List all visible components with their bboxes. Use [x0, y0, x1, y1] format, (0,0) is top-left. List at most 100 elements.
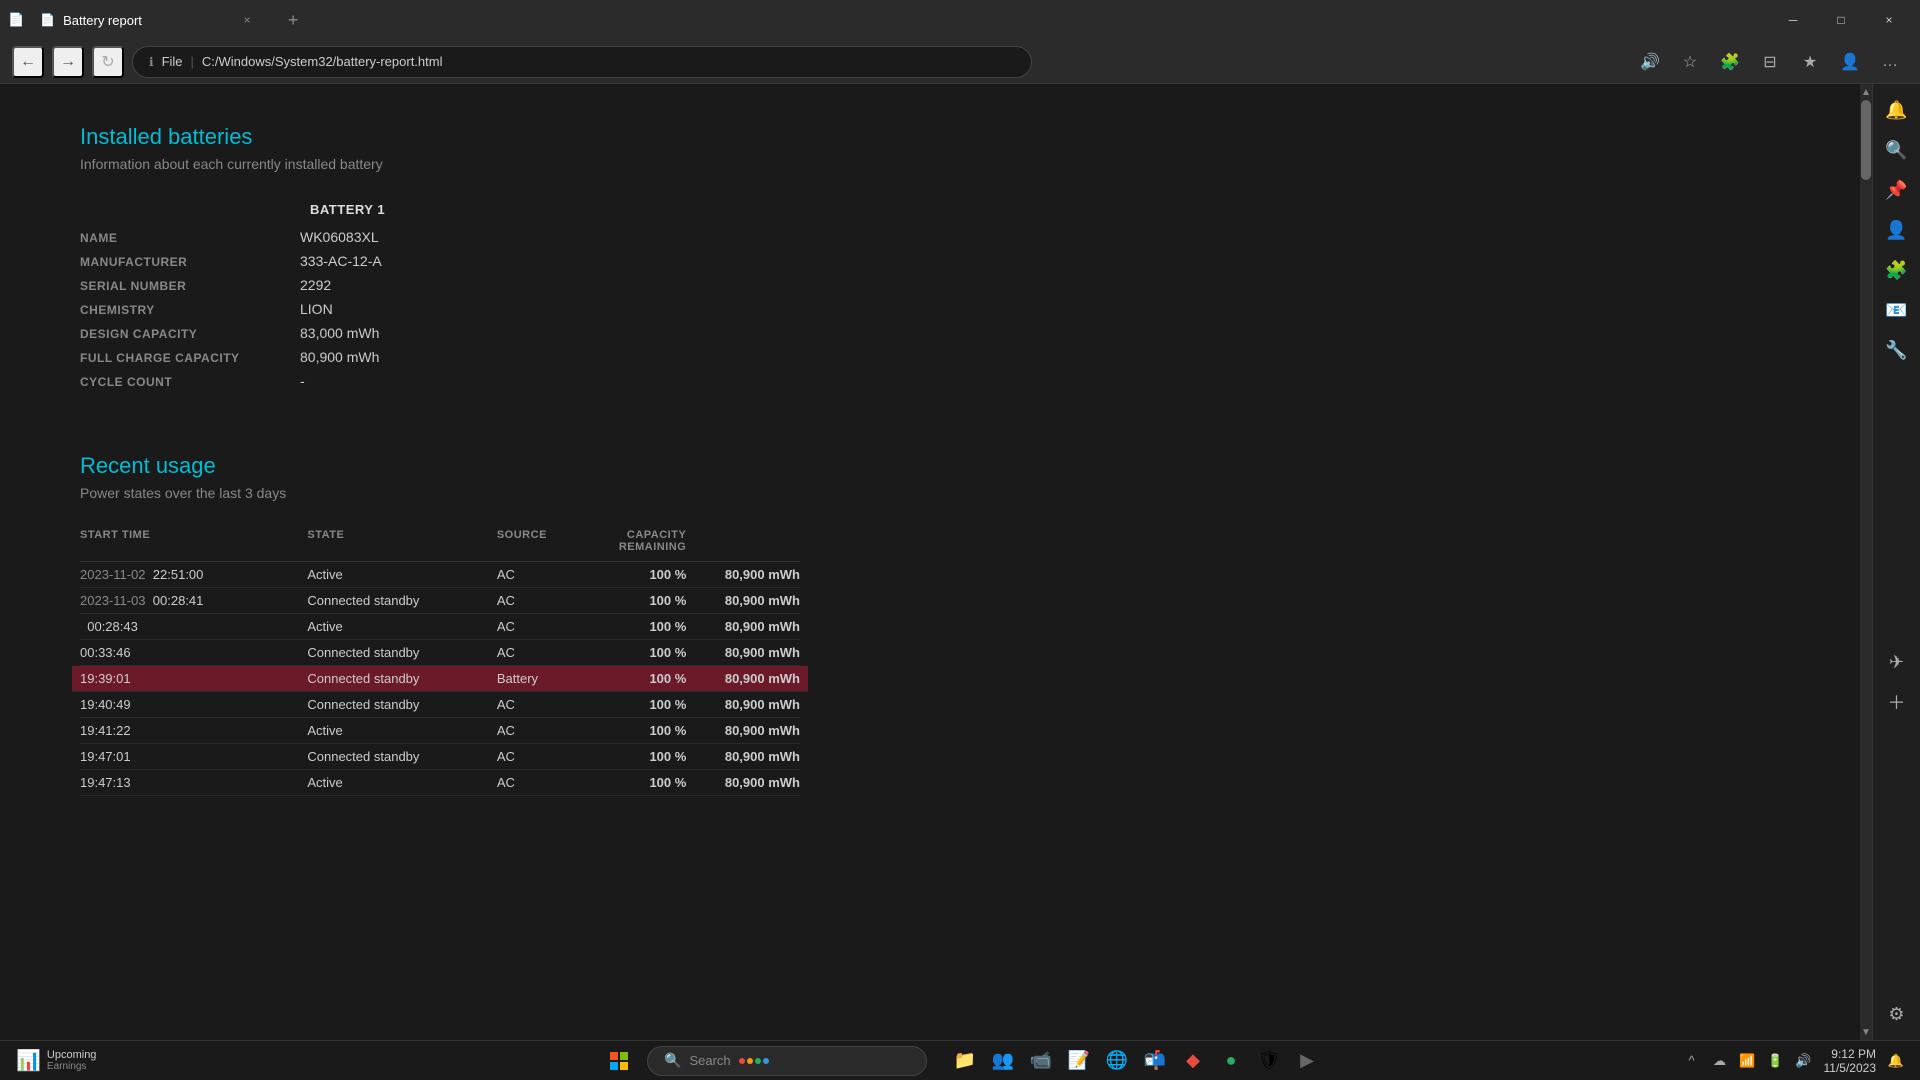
mwh-6: 80,900 mWh	[686, 723, 800, 738]
profile-icon[interactable]: 👤	[1832, 44, 1868, 80]
dot-orange	[747, 1058, 753, 1064]
source-0: AC	[497, 567, 592, 582]
split-view-icon[interactable]: ⊟	[1752, 44, 1788, 80]
capacity-0: 100 %	[592, 567, 687, 582]
source-7: AC	[497, 749, 592, 764]
value-design-capacity: 83,000 mWh	[300, 325, 379, 341]
browser-chrome: 📄 📄 Battery report × + ─ □ × ← → ↻ ℹ Fil…	[0, 0, 1920, 84]
maximize-button[interactable]: □	[1818, 4, 1864, 36]
label-serial: SERIAL NUMBER	[80, 279, 300, 293]
taskbar-app-notes[interactable]: 📝	[1061, 1042, 1097, 1080]
mwh-2: 80,900 mWh	[686, 619, 800, 634]
battery-table: BATTERY 1 NAME WK06083XL MANUFACTURER 33…	[80, 196, 680, 393]
clock-date: 11/5/2023	[1824, 1061, 1877, 1075]
starttime-3: 00:33:46	[80, 645, 307, 660]
start-button[interactable]	[595, 1042, 643, 1080]
state-2: Active	[307, 619, 496, 634]
more-button[interactable]: …	[1872, 44, 1908, 80]
read-aloud-icon[interactable]: 🔊	[1632, 44, 1668, 80]
clock[interactable]: 9:12 PM 11/5/2023	[1820, 1047, 1881, 1075]
refresh-button[interactable]: ↻	[92, 46, 124, 78]
address-input[interactable]: ℹ File | C:/Windows/System32/battery-rep…	[132, 46, 1032, 78]
sidebar-notifications-icon[interactable]: 🔔	[1879, 92, 1915, 128]
source-6: AC	[497, 723, 592, 738]
usage-row-7: 19:47:01 Connected standby AC 100 % 80,9…	[80, 744, 800, 770]
source-5: AC	[497, 697, 592, 712]
capacity-6: 100 %	[592, 723, 687, 738]
upcoming-earnings-icon: 📊	[16, 1048, 41, 1073]
sidebar-add-icon[interactable]: ＋	[1879, 684, 1915, 720]
capacity-2: 100 %	[592, 619, 687, 634]
taskbar-center: 🔍 Search 📁 👥 📹 📝 🌐 📬 ◆ ● 🛡 ▶	[595, 1042, 1325, 1080]
edge-sidebar: 🔔 🔍 📌 👤 🧩 📧 🔧 ✈ ＋ ⚙	[1872, 84, 1920, 1040]
usage-row-2: 00:28:43 Active AC 100 % 80,900 mWh	[80, 614, 800, 640]
tray-notification-icon[interactable]: 🔔	[1884, 1049, 1908, 1073]
usage-row-1: 2023-11-03 00:28:41 Connected standby AC…	[80, 588, 800, 614]
starttime-5: 19:40:49	[80, 697, 307, 712]
new-tab-button[interactable]: +	[276, 3, 310, 37]
tab-title: Battery report	[63, 13, 230, 28]
tray-cloud-icon[interactable]: ☁	[1708, 1049, 1732, 1073]
taskbar-app-mail[interactable]: 📬	[1137, 1042, 1173, 1080]
scroll-track	[1860, 100, 1872, 1024]
upcoming-earnings-app[interactable]: 📊 Upcoming Earnings	[8, 1042, 104, 1080]
col-header-source: SOURCE	[497, 529, 592, 553]
close-button[interactable]: ×	[1866, 4, 1912, 36]
search-dots	[739, 1058, 769, 1064]
tray-speaker-icon[interactable]: 🔊	[1792, 1049, 1816, 1073]
taskbar-app-green[interactable]: ●	[1213, 1042, 1249, 1080]
capacity-7: 100 %	[592, 749, 687, 764]
battery-row-chemistry: CHEMISTRY LION	[80, 297, 680, 321]
mwh-4: 80,900 mWh	[686, 671, 800, 686]
forward-button[interactable]: →	[52, 46, 84, 78]
collections-icon[interactable]: ★	[1792, 44, 1828, 80]
search-box[interactable]: 🔍 Search	[647, 1046, 927, 1076]
toolbar-icons: 🔊 ☆ 🧩 ⊟ ★ 👤 …	[1632, 44, 1908, 80]
taskbar-app-teams[interactable]: 👥	[985, 1042, 1021, 1080]
sidebar-profile-icon[interactable]: 👤	[1879, 212, 1915, 248]
tray-battery-icon[interactable]: 🔋	[1764, 1049, 1788, 1073]
extensions-icon[interactable]: 🧩	[1712, 44, 1748, 80]
scroll-up-button[interactable]: ▲	[1860, 84, 1872, 100]
mwh-0: 80,900 mWh	[686, 567, 800, 582]
tab-close-button[interactable]: ×	[238, 11, 256, 29]
mwh-1: 80,900 mWh	[686, 593, 800, 608]
taskbar-app-shield[interactable]: 🛡	[1251, 1042, 1287, 1080]
scroll-down-button[interactable]: ▼	[1860, 1024, 1872, 1040]
sidebar-outlook-icon[interactable]: 📧	[1879, 292, 1915, 328]
taskbar-app-red[interactable]: ◆	[1175, 1042, 1211, 1080]
page-scrollbar[interactable]: ▲ ▼	[1860, 84, 1872, 1040]
taskbar-app-terminal[interactable]: ▶	[1289, 1042, 1325, 1080]
col-header-mwh	[686, 529, 800, 553]
sidebar-search-icon[interactable]: 🔍	[1879, 132, 1915, 168]
taskbar-app-file-explorer[interactable]: 📁	[947, 1042, 983, 1080]
state-7: Connected standby	[307, 749, 496, 764]
back-button[interactable]: ←	[12, 46, 44, 78]
upcoming-earnings-text: Upcoming Earnings	[47, 1049, 97, 1072]
sidebar-pin-icon[interactable]: 📌	[1879, 172, 1915, 208]
info-icon: ℹ	[149, 55, 154, 69]
starttime-1: 2023-11-03 00:28:41	[80, 593, 307, 608]
tray-wifi-icon[interactable]: 📶	[1736, 1049, 1760, 1073]
active-tab[interactable]: 📄 Battery report ×	[28, 3, 268, 37]
mwh-7: 80,900 mWh	[686, 749, 800, 764]
state-6: Active	[307, 723, 496, 738]
taskbar-app-video[interactable]: 📹	[1023, 1042, 1059, 1080]
usage-row-8: 19:47:13 Active AC 100 % 80,900 mWh	[80, 770, 800, 796]
taskbar-left: 📊 Upcoming Earnings	[0, 1042, 112, 1080]
favorites-icon[interactable]: ☆	[1672, 44, 1708, 80]
sidebar-tools-icon[interactable]: 🔧	[1879, 332, 1915, 368]
upcoming-app-subtitle: Earnings	[47, 1061, 97, 1072]
source-1: AC	[497, 593, 592, 608]
sidebar-extensions-icon[interactable]: 🧩	[1879, 252, 1915, 288]
minimize-button[interactable]: ─	[1770, 4, 1816, 36]
usage-row-5: 19:40:49 Connected standby AC 100 % 80,9…	[80, 692, 800, 718]
value-name: WK06083XL	[300, 229, 379, 245]
sidebar-send-icon[interactable]: ✈	[1879, 644, 1915, 680]
sidebar-settings-icon[interactable]: ⚙	[1879, 996, 1915, 1032]
taskbar-app-edge[interactable]: 🌐	[1099, 1042, 1135, 1080]
tray-chevron-icon[interactable]: ^	[1680, 1049, 1704, 1073]
scroll-thumb[interactable]	[1861, 100, 1871, 180]
mwh-5: 80,900 mWh	[686, 697, 800, 712]
clock-time: 9:12 PM	[1831, 1047, 1876, 1061]
